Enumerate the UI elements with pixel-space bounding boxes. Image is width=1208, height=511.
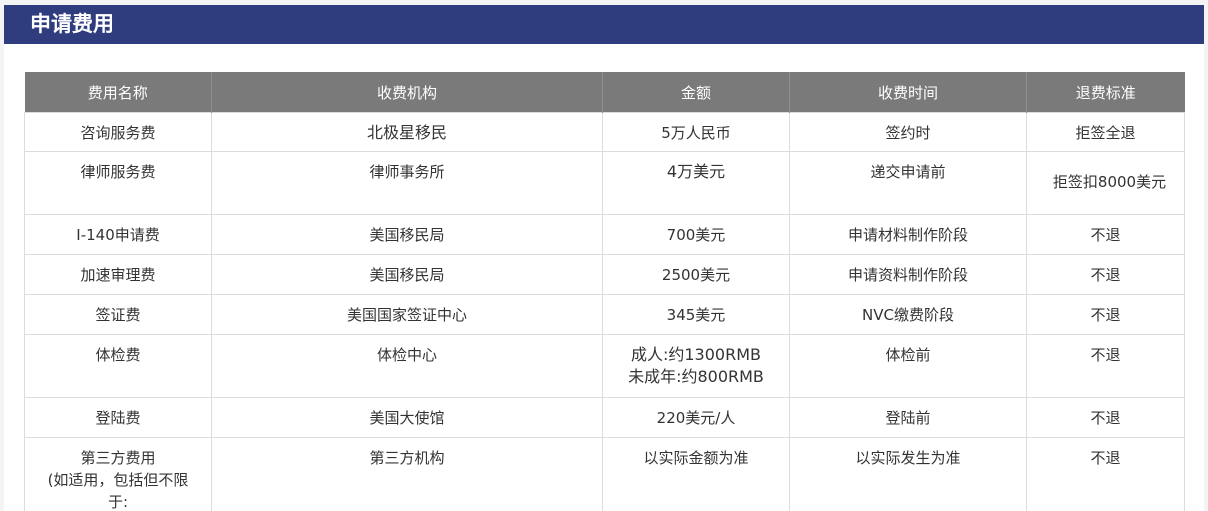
fee-agency: 体检中心 — [211, 334, 603, 398]
table-row: 签证费 美国国家签证中心 345美元 NVC缴费阶段 不退 — [24, 294, 1185, 335]
fee-name: 登陆费 — [24, 397, 212, 438]
fee-agency: 美国大使馆 — [211, 397, 603, 438]
fee-refund: 不退 — [1026, 254, 1185, 295]
fee-time: NVC缴费阶段 — [789, 294, 1027, 335]
fee-refund-cell: 拒签扣8000美元 — [1026, 151, 1185, 215]
table-row: 加速审理费 美国移民局 2500美元 申请资料制作阶段 不退 — [24, 254, 1185, 295]
fee-time: 以实际发生为准 — [789, 437, 1027, 511]
page-frame: 申请费用 费用名称 收费机构 金额 收费时间 退费标准 咨询服务费 北极星移民 … — [0, 0, 1208, 511]
fee-name-line: 于: — [107, 493, 129, 511]
fee-time: 申请资料制作阶段 — [789, 254, 1027, 295]
content-panel: 费用名称 收费机构 金额 收费时间 退费标准 咨询服务费 北极星移民 5万人民币… — [4, 44, 1204, 511]
fee-refund: 拒签全退 — [1026, 112, 1185, 152]
table-row: I-140申请费 美国移民局 700美元 申请材料制作阶段 不退 — [24, 214, 1185, 255]
fee-time: 递交申请前 — [789, 151, 1027, 215]
fee-amount: 4万美元 — [602, 151, 790, 215]
fee-time: 申请材料制作阶段 — [789, 214, 1027, 255]
fee-amount: 700美元 — [602, 214, 790, 255]
section-header: 申请费用 — [4, 5, 1204, 44]
header-fee-name: 费用名称 — [24, 72, 212, 113]
fee-agency: 美国国家签证中心 — [211, 294, 603, 335]
fee-name: I-140申请费 — [24, 214, 212, 255]
table-header-row: 费用名称 收费机构 金额 收费时间 退费标准 — [24, 72, 1185, 113]
table-row: 体检费 体检中心 成人:约1300RMB 未成年:约800RMB 体检前 不退 — [24, 334, 1185, 398]
fee-refund: 不退 — [1026, 437, 1185, 511]
header-agency: 收费机构 — [211, 72, 603, 113]
header-amount: 金额 — [602, 72, 790, 113]
fee-name: 加速审理费 — [24, 254, 212, 295]
fee-agency: 美国移民局 — [211, 254, 603, 295]
fee-amount: 2500美元 — [602, 254, 790, 295]
fee-amount: 5万人民币 — [602, 112, 790, 152]
fee-refund: 不退 — [1026, 397, 1185, 438]
fee-amount: 220美元/人 — [602, 397, 790, 438]
table-row: 登陆费 美国大使馆 220美元/人 登陆前 不退 — [24, 397, 1185, 438]
fee-refund: 拒签扣8000美元 — [1052, 173, 1167, 191]
table-row: 律师服务费 律师事务所 4万美元 递交申请前 拒签扣8000美元 — [24, 151, 1185, 215]
header-charge-time: 收费时间 — [789, 72, 1027, 113]
fee-time: 体检前 — [789, 334, 1027, 398]
header-refund-policy: 退费标准 — [1026, 72, 1185, 113]
fee-name: 签证费 — [24, 294, 212, 335]
fee-amount: 345美元 — [602, 294, 790, 335]
fee-time: 签约时 — [789, 112, 1027, 152]
fee-refund: 不退 — [1026, 334, 1185, 398]
fee-time: 登陆前 — [789, 397, 1027, 438]
fee-name: 咨询服务费 — [24, 112, 212, 152]
fee-agency: 北极星移民 — [211, 112, 603, 152]
table-row: 第三方费用 (如适用，包括但不限 于: 第三方机构 以实际金额为准 以实际发生为… — [24, 437, 1185, 511]
fee-agency: 律师事务所 — [211, 151, 603, 215]
fee-name-line: 第三方费用 — [80, 449, 156, 467]
fee-name-cell: 第三方费用 (如适用，包括但不限 于: — [24, 437, 212, 511]
fee-refund: 不退 — [1026, 294, 1185, 335]
table-row: 咨询服务费 北极星移民 5万人民币 签约时 拒签全退 — [24, 112, 1185, 152]
fee-amount-adult: 成人:约1300RMB — [630, 345, 761, 364]
fee-amount-minor: 未成年:约800RMB — [628, 367, 764, 386]
fee-name: 体检费 — [24, 334, 212, 398]
fee-amount-cell: 成人:约1300RMB 未成年:约800RMB — [602, 334, 790, 398]
section-title: 申请费用 — [30, 12, 114, 36]
fee-agency: 美国移民局 — [211, 214, 603, 255]
fees-table: 费用名称 收费机构 金额 收费时间 退费标准 咨询服务费 北极星移民 5万人民币… — [24, 72, 1185, 511]
fee-agency: 第三方机构 — [211, 437, 603, 511]
fee-refund: 不退 — [1026, 214, 1185, 255]
fee-name-line: (如适用，包括但不限 — [47, 471, 189, 489]
fee-amount: 以实际金额为准 — [602, 437, 790, 511]
fee-name: 律师服务费 — [24, 151, 212, 215]
